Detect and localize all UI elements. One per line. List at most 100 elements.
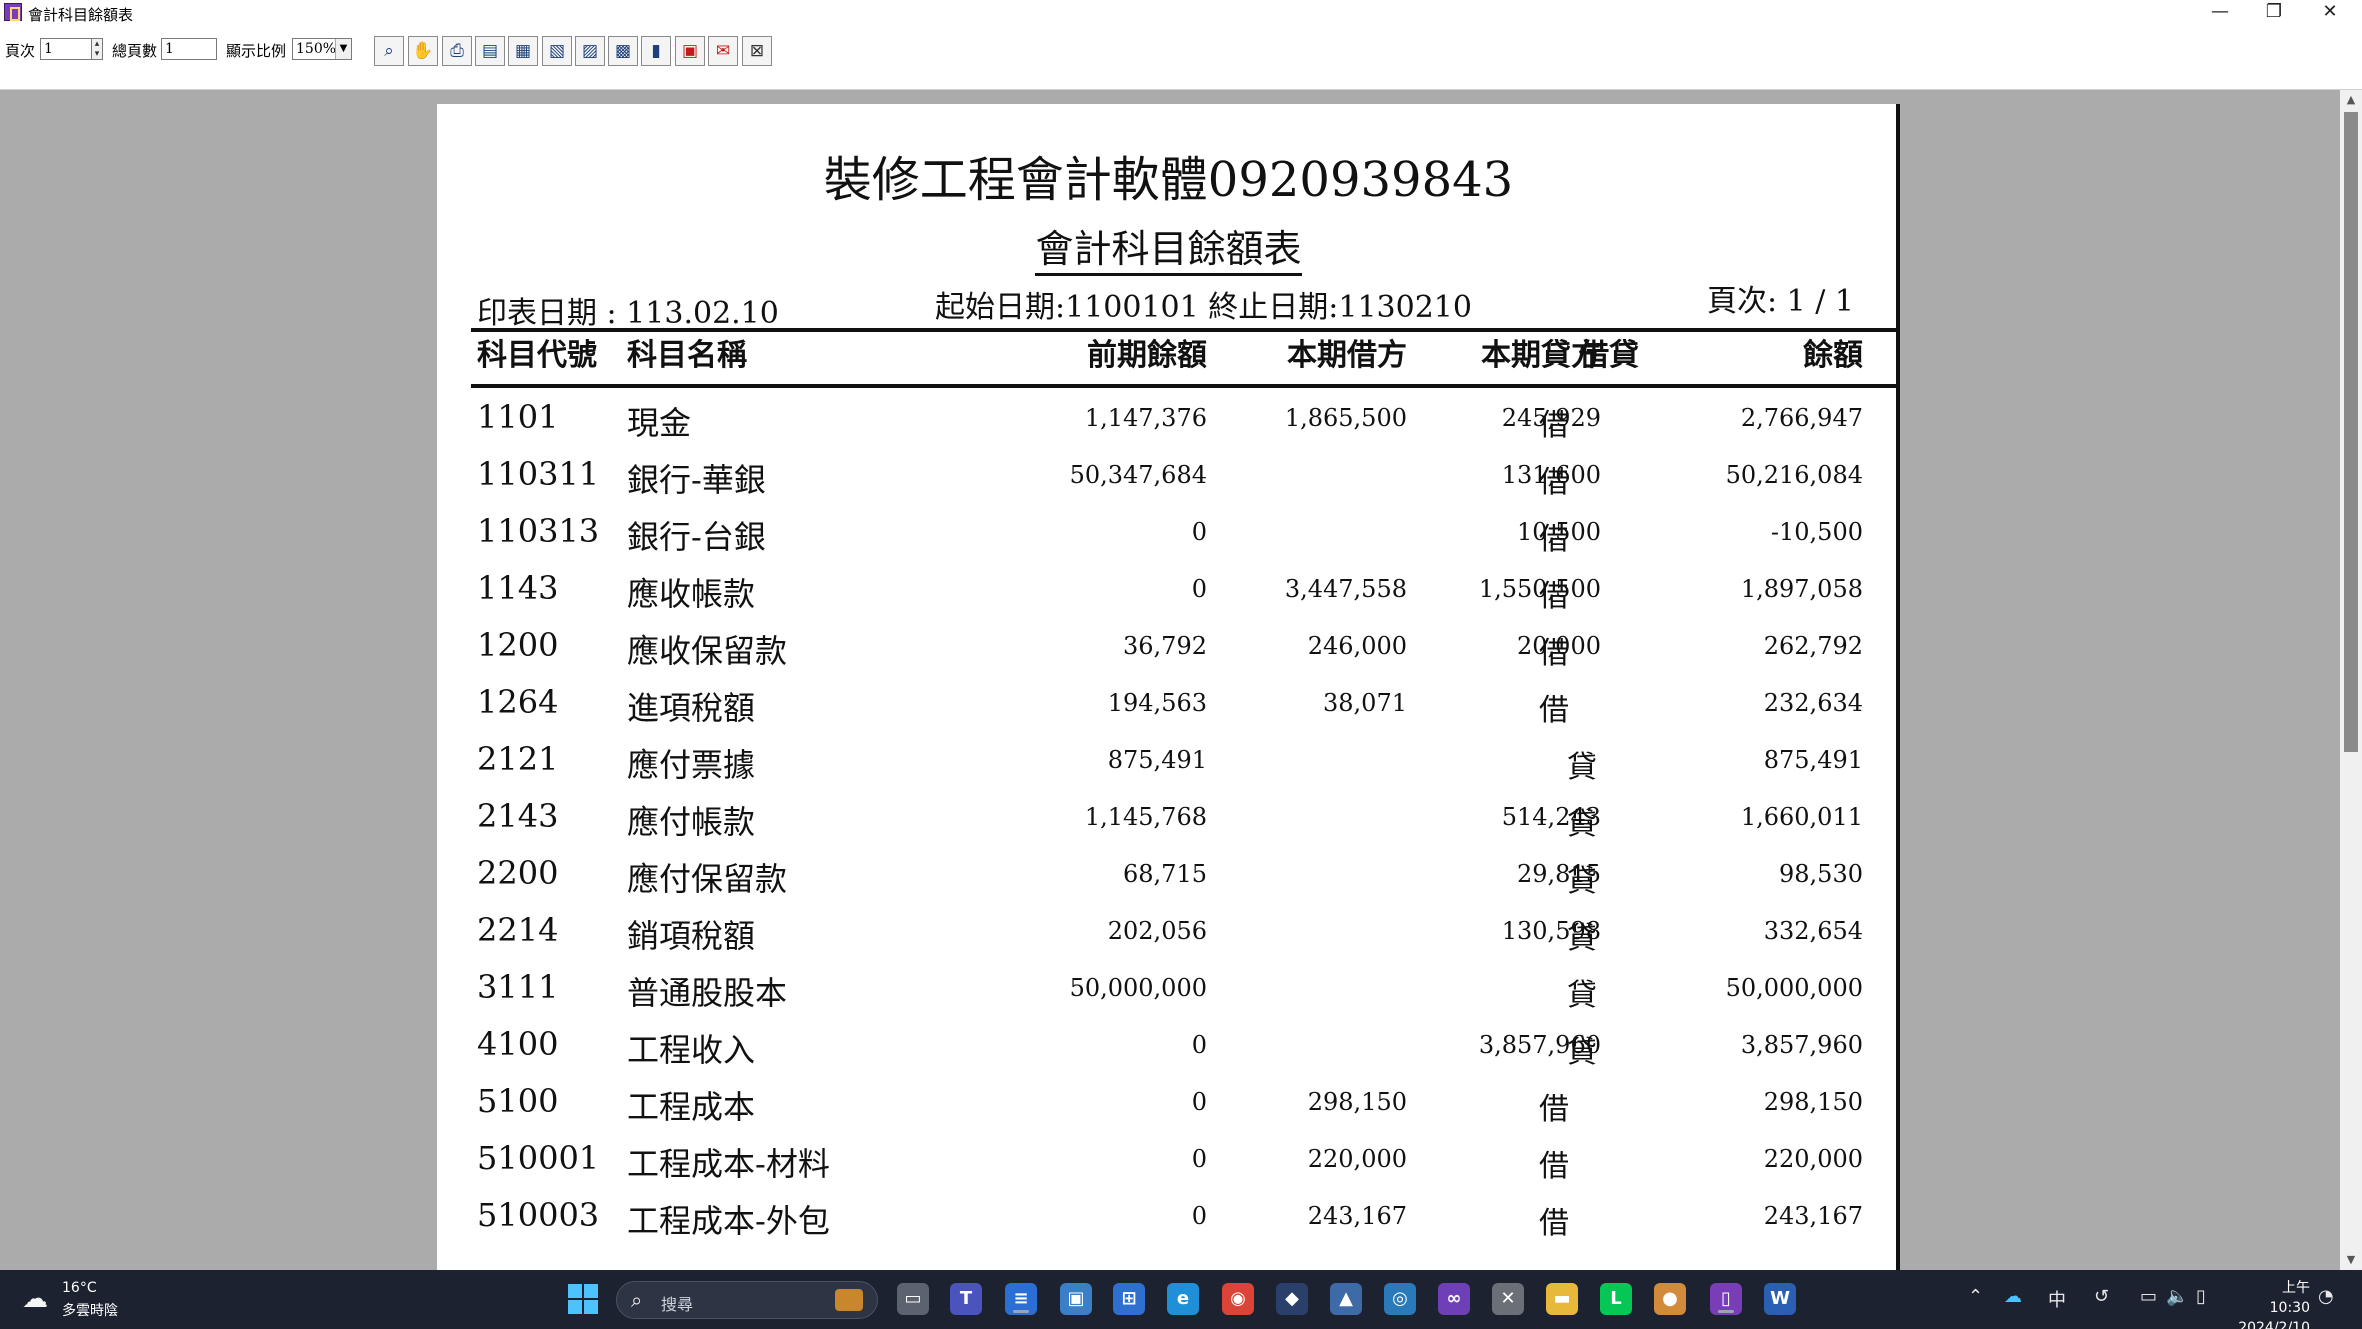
minimize-button[interactable]: — (2192, 0, 2248, 26)
app-icon-1[interactable]: ◆ (1276, 1283, 1308, 1315)
word-icon[interactable]: W (1764, 1283, 1796, 1315)
weather-temp[interactable]: 16°C (62, 1280, 97, 1296)
cell-code: 3111 (477, 968, 559, 1006)
gift-icon[interactable]: ✉ (708, 36, 738, 66)
clock[interactable]: 上午 10:30 2024/2/10 (2238, 1278, 2310, 1329)
cell-credit: 131,600 (1501, 461, 1601, 489)
page-spinner[interactable]: ▴ ▾ (91, 38, 103, 60)
line-icon[interactable]: L (1600, 1283, 1632, 1315)
close-window-button[interactable]: ✕ (2302, 0, 2358, 26)
scroll-thumb[interactable] (2344, 112, 2358, 752)
cell-code: 1200 (477, 626, 559, 664)
cloud-icon[interactable]: ☁ (22, 1284, 48, 1314)
weather-desc[interactable]: 多雲時陰 (62, 1300, 118, 1320)
cell-dc: 借 (1539, 1092, 1569, 1127)
restore-button[interactable]: ❐ (2246, 0, 2302, 26)
cell-credit: 20,000 (1517, 632, 1601, 660)
cell-dc: 借 (1539, 1206, 1569, 1241)
zoom-value: 150% (296, 41, 337, 57)
export-icon[interactable]: ▨ (575, 36, 605, 66)
cell-code: 1101 (477, 398, 559, 436)
report-title-text: 會計科目餘額表 (1035, 227, 1302, 276)
edge-icon[interactable]: e (1167, 1283, 1199, 1315)
search-icon[interactable]: ⌕ (374, 36, 404, 66)
cell-credit: 245,929 (1501, 404, 1601, 432)
cell-name: 工程收入 (627, 1031, 756, 1069)
app-icon (4, 3, 22, 21)
chevron-down-icon[interactable]: ▼ (335, 39, 351, 59)
vertical-scrollbar[interactable]: ▲ ▼ (2340, 90, 2362, 1270)
battery-icon[interactable]: ▯ (2196, 1286, 2206, 1307)
cell-balance: -10,500 (1770, 518, 1863, 546)
report-page: 裝修工程會計軟體0920939843 會計科目餘額表 印表日期 : 113.02… (437, 104, 1900, 1270)
title-bar: 會計科目餘額表 — ❐ ✕ (0, 0, 2362, 26)
close-icon[interactable]: ⊠ (742, 36, 772, 66)
notification-icon[interactable]: ◔ (2318, 1286, 2334, 1307)
store-icon[interactable]: ⊞ (1113, 1283, 1145, 1315)
cell-name: 工程成本-外包 (627, 1202, 830, 1240)
cell-dc: 借 (1539, 408, 1569, 443)
tools-icon[interactable]: ✕ (1492, 1283, 1524, 1315)
scroll-down-icon[interactable]: ▼ (2340, 1250, 2362, 1270)
export-icon[interactable]: ▦ (508, 36, 538, 66)
chevron-up-icon[interactable]: ⌃ (1968, 1286, 1983, 1307)
zoom-select[interactable]: 150% ▼ (292, 38, 352, 60)
cell-name: 應付票據 (627, 746, 756, 784)
company-name: 裝修工程會計軟體0920939843 (823, 152, 1514, 208)
onedrive-icon[interactable]: ☁ (2004, 1286, 2022, 1307)
zoom-label: 顯示比例 (226, 42, 287, 60)
cell-dc: 借 (1539, 579, 1569, 614)
cell-prev: 194,563 (1107, 689, 1207, 717)
teams-icon[interactable]: T (950, 1283, 982, 1315)
cell-prev: 0 (1191, 1202, 1207, 1230)
volume-icon[interactable]: 🔈 (2166, 1286, 2188, 1307)
book-icon[interactable]: ▮ (641, 36, 671, 66)
cell-dc: 貸 (1567, 750, 1597, 785)
header-prev-balance: 前期餘額 (1087, 338, 1207, 373)
cell-name: 普通股股本 (627, 974, 788, 1012)
hand-icon[interactable]: ✋ (408, 36, 438, 66)
header-dc: 借貸 (1579, 338, 1639, 373)
accounting-app-icon[interactable]: ▯ (1710, 1283, 1742, 1315)
ime-mode-icon[interactable]: ↺ (2094, 1286, 2109, 1307)
print-icon[interactable]: ⎙ (442, 36, 472, 66)
cell-balance: 3,857,960 (1740, 1031, 1863, 1059)
app-icon-4[interactable]: ● (1654, 1283, 1686, 1315)
remote-desktop-icon[interactable]: ▣ (1060, 1283, 1092, 1315)
cell-balance: 243,167 (1763, 1202, 1863, 1230)
cell-debit: 38,071 (1323, 689, 1407, 717)
pdf-icon[interactable]: ▣ (675, 36, 705, 66)
cell-code: 510001 (477, 1139, 600, 1177)
network-icon[interactable]: ▭ (2140, 1286, 2157, 1307)
cell-code: 4100 (477, 1025, 559, 1063)
scroll-up-icon[interactable]: ▲ (2340, 90, 2362, 110)
cell-balance: 98,530 (1779, 860, 1863, 888)
total-pages-label: 總頁數 (112, 42, 158, 60)
task-view-icon[interactable]: ▭ (897, 1283, 929, 1315)
cell-code: 1143 (477, 569, 559, 607)
chrome-icon[interactable]: ◉ (1222, 1283, 1254, 1315)
visual-studio-icon[interactable]: ∞ (1438, 1283, 1470, 1315)
cell-balance: 232,634 (1763, 689, 1863, 717)
cell-prev: 36,792 (1123, 632, 1207, 660)
cell-balance: 2,766,947 (1740, 404, 1863, 432)
page-setup-icon[interactable]: ▤ (475, 36, 505, 66)
notepad-icon[interactable]: ≡ (1005, 1283, 1037, 1315)
cell-balance: 1,660,011 (1740, 803, 1863, 831)
taskbar-search[interactable]: ⌕ 搜尋 (616, 1281, 878, 1319)
report-title: 會計科目餘額表 (437, 218, 1896, 276)
app-icon-2[interactable]: ▲ (1330, 1283, 1362, 1315)
export-icon[interactable]: ▩ (608, 36, 638, 66)
cell-credit: 1,550,500 (1478, 575, 1601, 603)
export-icon[interactable]: ▧ (542, 36, 572, 66)
cell-balance: 262,792 (1763, 632, 1863, 660)
windows-start-icon[interactable] (568, 1284, 598, 1314)
ime-indicator[interactable]: 中 (2048, 1286, 2066, 1312)
taskbar: ☁ 16°C 多雲時陰 ⌕ 搜尋 ▭ T ≡ ▣ ⊞ e ◉ ◆ ▲ ◎ ∞ ✕… (0, 1270, 2362, 1329)
app-icon-3[interactable]: ◎ (1384, 1283, 1416, 1315)
cell-code: 2143 (477, 797, 559, 835)
cell-name: 銀行-華銀 (627, 461, 766, 499)
window-title: 會計科目餘額表 (28, 6, 134, 24)
page-input[interactable]: 1 (40, 38, 92, 60)
file-explorer-icon[interactable]: ▬ (1546, 1283, 1578, 1315)
